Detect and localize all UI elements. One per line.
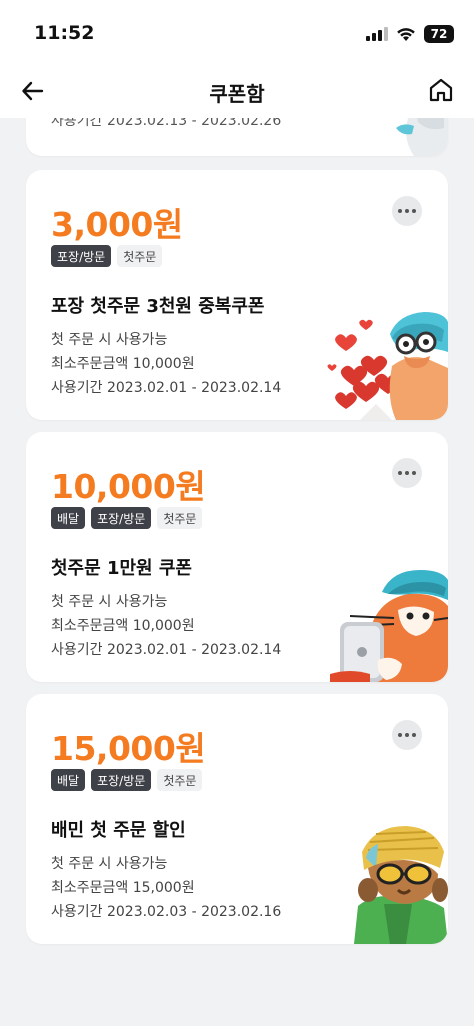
coupon-tag: 첫주문 [117, 245, 163, 267]
coupon-tags: 포장/방문 첫주문 [51, 245, 163, 267]
page-title: 쿠폰함 [209, 82, 265, 106]
battery-indicator: 72 [424, 25, 454, 43]
more-options-button[interactable] [392, 196, 422, 226]
coupon-tag: 배달 [51, 507, 86, 529]
coupon-period: 사용기간 2023.02.13 - 2023.02.26 [51, 118, 282, 129]
coupon-min-order: 최소주문금액 10,000원 [51, 618, 195, 634]
coupon-tag: 첫주문 [157, 769, 203, 791]
status-bar: 11:52 72 [0, 0, 474, 64]
coupon-amount: 15,000원 [51, 729, 206, 768]
wifi-icon [397, 28, 415, 41]
home-icon [429, 78, 453, 102]
coupon-box-screen: 11:52 72 쿠폰함 사용기간 2023.02.13 - 2023.02.2… [0, 0, 474, 1026]
coupon-condition: 첫 주문 시 사용가능 [51, 332, 168, 348]
character-partial-icon [396, 118, 448, 156]
coupon-card[interactable]: 10,000원 배달 포장/방문 첫주문 첫주문 1만원 쿠폰 첫 주문 시 사… [26, 432, 448, 682]
cat-with-phone-icon [330, 570, 448, 682]
coupon-tags: 배달 포장/방문 첫주문 [51, 769, 203, 791]
home-button[interactable] [426, 75, 456, 105]
coupon-tag: 포장/방문 [91, 769, 152, 791]
character-with-sunglasses-icon [354, 826, 448, 944]
coupon-condition: 첫 주문 시 사용가능 [51, 594, 168, 610]
coupon-min-order: 최소주문금액 15,000원 [51, 880, 195, 896]
cellular-signal-icon [366, 27, 388, 41]
coupon-tag: 배달 [51, 769, 86, 791]
coupon-amount: 3,000원 [51, 205, 183, 244]
more-options-button[interactable] [392, 458, 422, 488]
character-with-hearts-icon [327, 312, 448, 420]
coupon-name: 포장 첫주문 3천원 중복쿠폰 [51, 296, 265, 317]
coupon-min-order: 최소주문금액 10,000원 [51, 356, 195, 372]
coupon-card-partial[interactable]: 사용기간 2023.02.13 - 2023.02.26 [26, 118, 448, 156]
coupon-tag: 포장/방문 [51, 245, 112, 267]
coupon-period: 사용기간 2023.02.01 - 2023.02.14 [51, 642, 282, 658]
coupon-condition: 첫 주문 시 사용가능 [51, 856, 168, 872]
coupon-card[interactable]: 3,000원 포장/방문 첫주문 포장 첫주문 3천원 중복쿠폰 첫 주문 시 … [26, 170, 448, 420]
coupon-amount: 10,000원 [51, 467, 206, 506]
coupon-tags: 배달 포장/방문 첫주문 [51, 507, 203, 529]
coupon-card[interactable]: 15,000원 배달 포장/방문 첫주문 배민 첫 주문 할인 첫 주문 시 사… [26, 694, 448, 944]
coupon-list[interactable]: 사용기간 2023.02.13 - 2023.02.26 3,000원 포장/방… [0, 118, 474, 1026]
app-header: 쿠폰함 [0, 64, 474, 118]
coupon-name: 첫주문 1만원 쿠폰 [51, 558, 192, 579]
coupon-name: 배민 첫 주문 할인 [51, 820, 186, 841]
status-time: 11:52 [34, 22, 95, 44]
coupon-period: 사용기간 2023.02.03 - 2023.02.16 [51, 904, 282, 920]
more-options-button[interactable] [392, 720, 422, 750]
coupon-period: 사용기간 2023.02.01 - 2023.02.14 [51, 380, 282, 396]
status-icons: 72 [366, 24, 454, 44]
coupon-tag: 포장/방문 [91, 507, 152, 529]
coupon-tag: 첫주문 [157, 507, 203, 529]
